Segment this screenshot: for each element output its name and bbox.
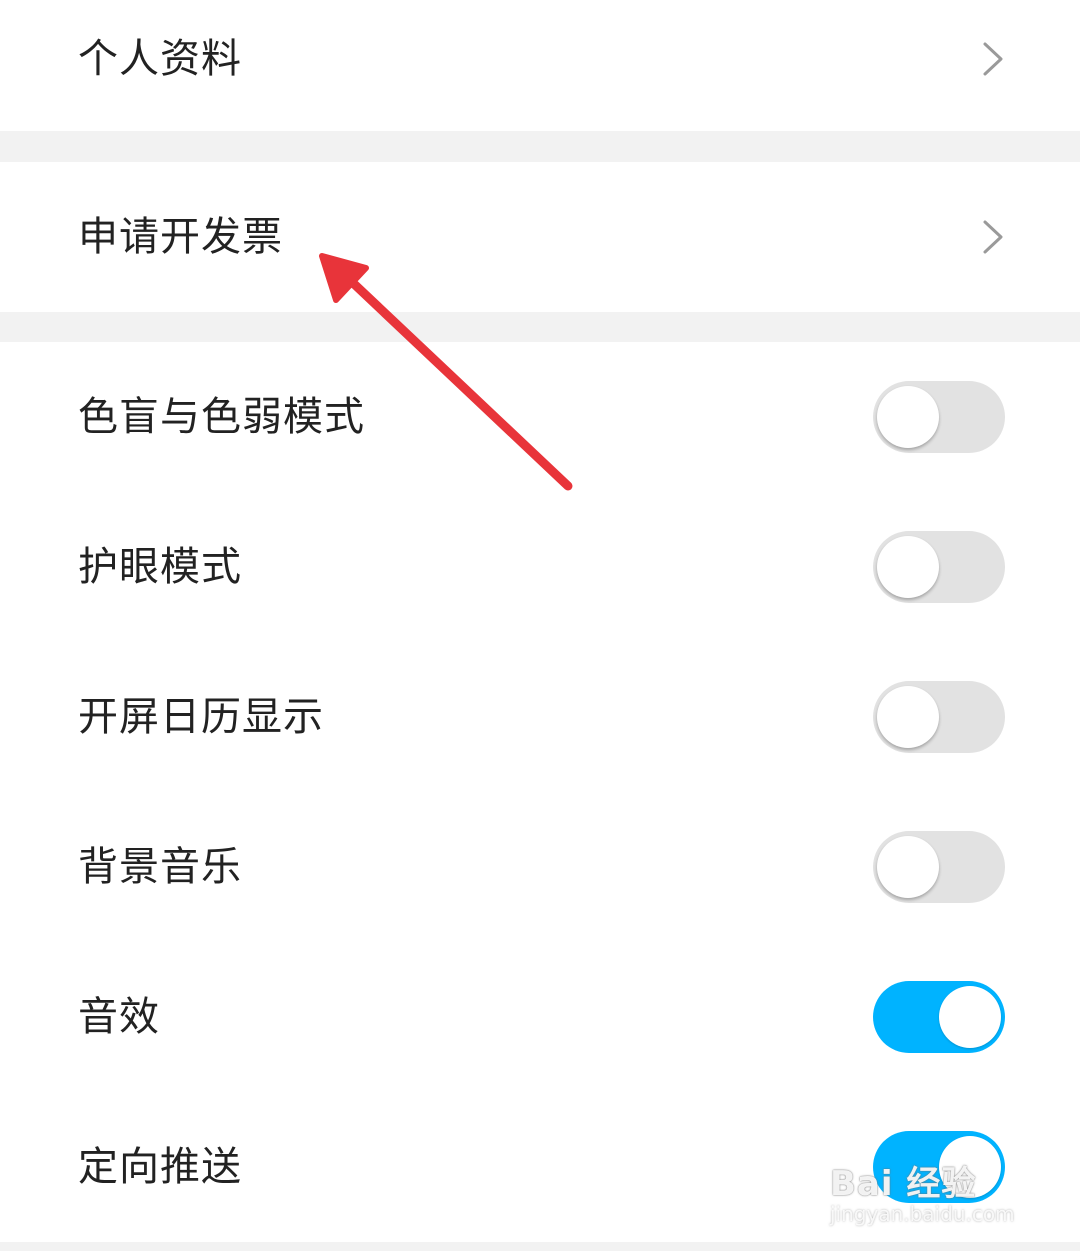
settings-row-splash-calendar: 开屏日历显示 xyxy=(0,642,1080,792)
row-label: 个人资料 xyxy=(78,36,242,82)
row-label: 定向推送 xyxy=(78,1144,242,1190)
settings-row-background-music: 背景音乐 xyxy=(0,792,1080,942)
row-label: 背景音乐 xyxy=(78,844,242,890)
settings-row-targeted-push: 定向推送 xyxy=(0,1092,1080,1242)
toggle-knob xyxy=(877,386,939,448)
row-label: 申请开发票 xyxy=(78,214,283,260)
preferences-section: 色盲与色弱模式 护眼模式 开屏日历显示 背景音乐 音效 定向推送 xyxy=(0,342,1080,1242)
background-music-toggle[interactable] xyxy=(873,831,1005,903)
profile-section: 个人资料 xyxy=(0,0,1080,131)
row-label: 色盲与色弱模式 xyxy=(78,394,365,440)
toggle-knob xyxy=(877,836,939,898)
settings-row-sound-effects: 音效 xyxy=(0,942,1080,1092)
settings-row-invoice[interactable]: 申请开发票 xyxy=(0,162,1080,312)
targeted-push-toggle[interactable] xyxy=(873,1131,1005,1203)
toggle-knob xyxy=(939,986,1001,1048)
toggle-knob xyxy=(877,686,939,748)
row-label: 音效 xyxy=(78,994,160,1040)
invoice-section: 申请开发票 xyxy=(0,162,1080,312)
toggle-knob xyxy=(939,1136,1001,1198)
splash-calendar-toggle[interactable] xyxy=(873,681,1005,753)
colorblind-mode-toggle[interactable] xyxy=(873,381,1005,453)
chevron-right-icon xyxy=(983,42,1003,76)
settings-row-eye-protection: 护眼模式 xyxy=(0,492,1080,642)
eye-protection-toggle[interactable] xyxy=(873,531,1005,603)
row-label: 护眼模式 xyxy=(78,544,242,590)
settings-row-profile[interactable]: 个人资料 xyxy=(0,0,1080,118)
row-label: 开屏日历显示 xyxy=(78,694,324,740)
toggle-knob xyxy=(877,536,939,598)
chevron-right-icon xyxy=(983,220,1003,254)
sound-effects-toggle[interactable] xyxy=(873,981,1005,1053)
settings-row-colorblind-mode: 色盲与色弱模式 xyxy=(0,342,1080,492)
